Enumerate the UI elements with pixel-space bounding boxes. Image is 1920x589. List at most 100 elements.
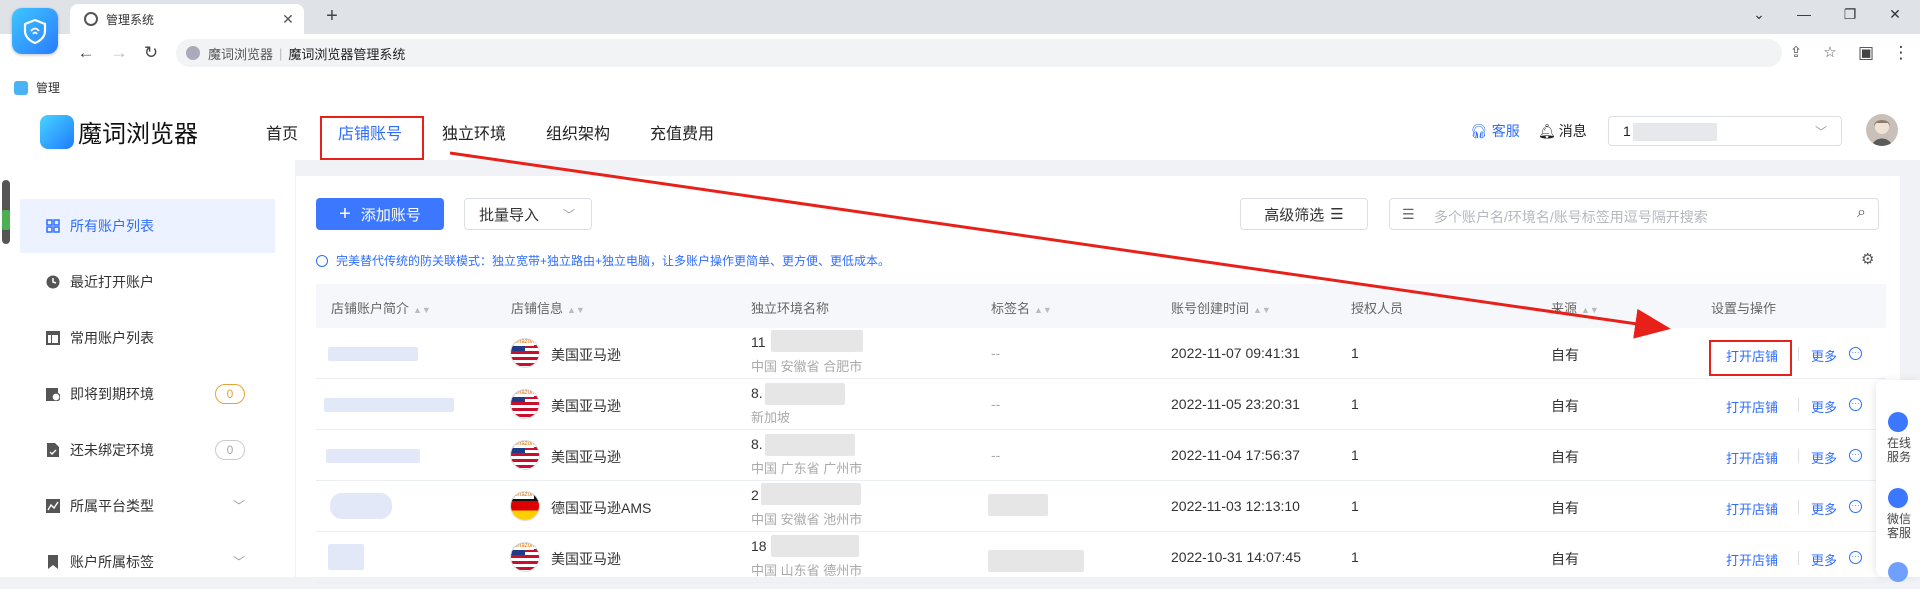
created-time: 2022-11-03 12:13:10 bbox=[1171, 498, 1300, 514]
unbound-icon bbox=[46, 443, 60, 457]
customer-service-link[interactable]: 🎧︎ 客服 bbox=[1470, 121, 1520, 141]
restore-icon[interactable]: ❐ bbox=[1835, 6, 1865, 23]
more-button[interactable]: 更多 bbox=[1811, 499, 1837, 518]
search-input[interactable]: ☰ 多个账户名/环境名/账号标签用逗号隔开搜索 ⌕ bbox=[1389, 198, 1879, 230]
chevron-down-icon[interactable]: ⌄ bbox=[1744, 6, 1774, 23]
gear-icon[interactable]: ⚙ bbox=[1861, 250, 1874, 268]
nav-home[interactable]: 首页 bbox=[266, 120, 298, 144]
search-icon[interactable]: ⌕ bbox=[1857, 204, 1866, 222]
open-store-button[interactable]: 打开店铺 bbox=[1726, 448, 1778, 467]
bookmark-icon bbox=[46, 555, 60, 569]
nav-environments[interactable]: 独立环境 bbox=[442, 120, 506, 144]
tab-title: 管理系统 bbox=[106, 12, 155, 27]
redacted-env bbox=[771, 535, 859, 557]
redacted-account-name bbox=[324, 398, 454, 412]
account-select[interactable]: 1 ﹀ bbox=[1608, 116, 1842, 146]
redacted-env bbox=[765, 434, 855, 456]
more-button[interactable]: 更多 bbox=[1811, 448, 1837, 467]
more-button[interactable]: 更多 bbox=[1811, 346, 1837, 365]
source: 自有 bbox=[1551, 500, 1579, 516]
redacted-env bbox=[765, 383, 845, 405]
unbound-count-badge: 0 bbox=[215, 440, 245, 460]
sidebar-item-account-tags[interactable]: 账户所属标签 ﹀ bbox=[20, 535, 275, 589]
column-header[interactable]: 店铺信息 ▲▼ bbox=[511, 298, 585, 317]
star-icon[interactable]: ☆ bbox=[1818, 39, 1842, 67]
more-options-icon[interactable]: ··· bbox=[1849, 347, 1862, 360]
service-label: 客服 bbox=[1491, 123, 1520, 139]
add-account-label: 添加账号 bbox=[360, 206, 421, 224]
back-icon[interactable]: ← bbox=[75, 43, 97, 63]
redacted-account-name bbox=[328, 544, 364, 570]
forward-icon[interactable]: → bbox=[108, 43, 130, 63]
avatar[interactable] bbox=[1866, 114, 1898, 146]
wechat-icon[interactable] bbox=[1888, 488, 1908, 508]
column-header[interactable]: 标签名 ▲▼ bbox=[991, 298, 1052, 317]
sidebar-item-platform-type[interactable]: 所属平台类型 ﹀ bbox=[20, 479, 275, 533]
sidebar-item-recent[interactable]: 最近打开账户 bbox=[20, 255, 275, 309]
more-button[interactable]: 更多 bbox=[1811, 397, 1837, 416]
online-service-icon[interactable] bbox=[1888, 412, 1908, 432]
more-options-icon[interactable]: ··· bbox=[1849, 500, 1862, 513]
minimize-icon[interactable]: — bbox=[1789, 6, 1819, 22]
new-tab-button[interactable]: + bbox=[320, 5, 344, 28]
more-button[interactable]: 更多 bbox=[1811, 550, 1837, 569]
bookmark-item[interactable]: 管理 bbox=[14, 79, 60, 96]
wechat-service-label[interactable]: 微信客服 bbox=[1882, 512, 1916, 540]
created-time: 2022-11-04 17:56:37 bbox=[1171, 447, 1300, 463]
more-options-icon[interactable]: ··· bbox=[1849, 551, 1862, 564]
phone-icon[interactable] bbox=[1888, 562, 1908, 582]
sidebar-item-label: 常用账户列表 bbox=[70, 330, 154, 346]
bookmark-label: 管理 bbox=[36, 81, 61, 95]
menu-icon[interactable]: ⋮ bbox=[1890, 43, 1912, 63]
store-name: 美国亚马逊 bbox=[551, 551, 621, 567]
open-store-button[interactable]: 打开店铺 bbox=[1726, 499, 1778, 518]
scrollbar-indicator bbox=[2, 210, 10, 230]
brand[interactable]: 魔词浏览器 bbox=[40, 114, 198, 149]
expiring-count-badge: 0 bbox=[215, 384, 245, 404]
add-account-button[interactable]: + 添加账号 bbox=[316, 198, 444, 230]
created-time: 2022-10-31 14:07:45 bbox=[1171, 549, 1301, 565]
redacted-tag bbox=[988, 550, 1084, 572]
column-header[interactable]: 账号创建时间 ▲▼ bbox=[1171, 298, 1271, 317]
nav-organization[interactable]: 组织架构 bbox=[546, 120, 610, 144]
sidebar-item-label: 所属平台类型 bbox=[70, 498, 154, 514]
close-tab-icon[interactable]: ✕ bbox=[278, 11, 298, 28]
more-options-icon[interactable]: ··· bbox=[1849, 398, 1862, 411]
url-field[interactable]: 魔词浏览器 | 魔词浏览器管理系统 ⇪ ☆ bbox=[176, 39, 1837, 67]
grid-icon bbox=[46, 219, 60, 233]
open-store-button[interactable]: 打开店铺 bbox=[1726, 397, 1778, 416]
share-icon[interactable]: ⇪ bbox=[1784, 39, 1808, 67]
messages-label: 消息 bbox=[1558, 123, 1587, 139]
column-header[interactable]: 来源 ▲▼ bbox=[1551, 298, 1599, 317]
divider bbox=[1798, 347, 1799, 361]
reload-icon[interactable]: ↻ bbox=[140, 43, 162, 63]
sort-icon: ▲▼ bbox=[413, 305, 431, 315]
brand-logo-icon bbox=[40, 114, 74, 149]
nav-recharge[interactable]: 充值费用 bbox=[650, 120, 714, 144]
us-flag-icon: amazon bbox=[511, 339, 539, 367]
table-row: amazon 德国亚马逊AMS 2 中国 安徽省 池州市 2022-11-03 … bbox=[316, 481, 1886, 532]
chevron-down-icon: ﹀ bbox=[232, 499, 245, 513]
window-close-icon[interactable]: ✕ bbox=[1880, 6, 1910, 23]
redacted-account bbox=[1633, 123, 1717, 141]
check-circle-icon bbox=[316, 254, 328, 267]
headset-icon: 🎧︎ bbox=[1470, 122, 1488, 139]
sidebar-item-expiring[interactable]: 即将到期环境 0 bbox=[20, 367, 275, 421]
column-header[interactable]: 店铺账户简介 ▲▼ bbox=[331, 298, 431, 317]
advanced-filter-button[interactable]: 高级筛选 ☰ bbox=[1240, 198, 1368, 230]
messages-link[interactable]: 🔔︎ 消息 bbox=[1538, 121, 1587, 141]
globe-icon bbox=[84, 12, 98, 26]
open-store-button[interactable]: 打开店铺 bbox=[1726, 550, 1778, 569]
browser-tab[interactable]: 管理系统 ✕ bbox=[70, 4, 304, 34]
online-service-label[interactable]: 在线服务 bbox=[1882, 436, 1916, 464]
batch-import-dropdown[interactable]: 批量导入 ﹀ bbox=[464, 198, 592, 230]
table-row: amazon 美国亚马逊 8. 新加坡 -- 2022-11-05 23:20:… bbox=[316, 379, 1886, 430]
sidebar-icon[interactable]: ▣ bbox=[1855, 43, 1877, 63]
more-options-icon[interactable]: ··· bbox=[1849, 449, 1862, 462]
column-header: 授权人员 bbox=[1351, 301, 1404, 316]
sidebar-item-frequent[interactable]: 常用账户列表 bbox=[20, 311, 275, 365]
sidebar-item-all-accounts[interactable]: 所有账户列表 bbox=[20, 199, 275, 253]
sidebar-item-unbound[interactable]: 还未绑定环境 0 bbox=[20, 423, 275, 477]
sidebar: 所有账户列表 最近打开账户 常用账户列表 即将到期环境 0 还未绑定环境 0 所… bbox=[0, 160, 295, 577]
app-logo-icon bbox=[12, 8, 58, 54]
